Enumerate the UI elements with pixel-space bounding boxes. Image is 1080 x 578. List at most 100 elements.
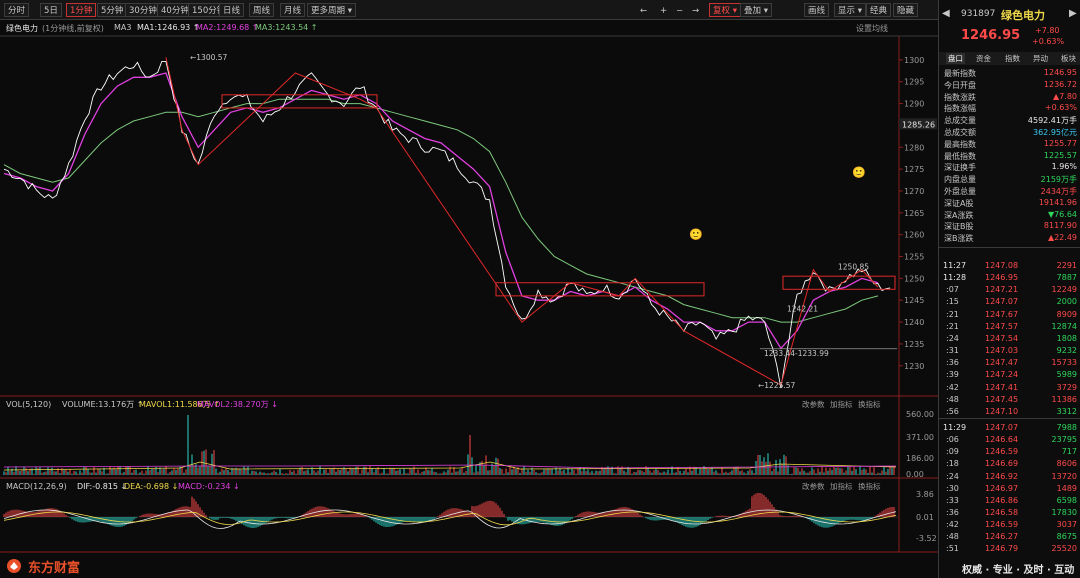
vol-tick-label: 371.00 <box>906 433 934 442</box>
quote-panel: ◀ 931897 绿色电力 ▶ 1246.95 +7.80 +0.63% 盘口资… <box>938 0 1080 578</box>
forward-arrow-icon[interactable]: ▶ <box>1069 8 1077 19</box>
tick-price: 1246.64 <box>985 435 1019 445</box>
tick-row: :06 1246.64 23795 <box>939 435 1080 446</box>
tick-volume: 8606 <box>1056 459 1077 469</box>
quote-stat-row: 指数涨幅 +0.63% <box>939 103 1080 114</box>
tick-price: 1246.59 <box>985 520 1019 530</box>
quote-tab-3[interactable]: 异动 <box>1033 53 1048 64</box>
quote-stat-value: 2159万手 <box>1040 175 1077 185</box>
quote-stat-label: 外盘总量 <box>944 187 976 196</box>
tick-price: 1246.79 <box>985 544 1019 554</box>
vol-title: VOL(5,120) <box>6 400 51 409</box>
tick-volume: 7988 <box>1056 422 1077 432</box>
tick-time: :24 <box>946 471 959 481</box>
y-tick-label: 1275 <box>904 165 924 174</box>
quote-stat-label: 深证换手 <box>944 163 976 173</box>
quote-tab-4[interactable]: 板块 <box>1061 53 1076 64</box>
macd-tick-label: 3.86 <box>916 490 934 499</box>
tick-volume: 8675 <box>1056 532 1077 542</box>
tick-volume: 3312 <box>1056 406 1077 416</box>
tick-row: :42 1246.59 3037 <box>939 520 1080 531</box>
quote-stat-row: 最新指数 1246.95 <box>939 68 1080 79</box>
quote-stat-value: 8117.90 <box>1043 221 1077 231</box>
tick-time: :30 <box>946 483 959 493</box>
quote-stat-value: 1255.77 <box>1043 138 1077 148</box>
tick-row: :39 1247.24 5989 <box>939 370 1080 381</box>
quote-stat-value: 19141.96 <box>1038 197 1077 207</box>
chart-annotation: 1233.44-1233.99 <box>764 349 829 358</box>
quote-stat-label: 最低指数 <box>944 151 976 161</box>
tick-price: 1247.57 <box>985 321 1019 331</box>
tick-time: :51 <box>946 544 959 554</box>
quote-tab-1[interactable]: 资金 <box>976 53 991 64</box>
tick-volume: 23795 <box>1051 435 1077 445</box>
quote-stat-value: 1.96% <box>1051 162 1077 172</box>
macd-tool-link: 改参数 <box>802 481 825 491</box>
tick-time: :31 <box>946 346 959 356</box>
tick-row: :31 1247.03 9232 <box>939 346 1080 357</box>
tick-row: :21 1247.57 12874 <box>939 322 1080 333</box>
current-price-label: 1285.26 <box>902 120 935 129</box>
quote-stat-row: 总成交量 4592.41万手 <box>939 115 1080 126</box>
tick-row: :36 1247.47 15733 <box>939 358 1080 369</box>
quote-stat-label: 最新指数 <box>944 69 976 78</box>
quote-divider <box>939 247 1080 248</box>
zigzag-line <box>165 57 879 386</box>
y-tick-label: 1240 <box>904 318 924 327</box>
price-line <box>3 60 891 389</box>
tick-volume: 5989 <box>1056 370 1077 380</box>
quote-tab-2[interactable]: 指数 <box>1005 53 1020 64</box>
back-arrow-icon[interactable]: ◀ <box>942 8 950 19</box>
tick-time: :33 <box>946 495 959 505</box>
quote-stat-row: 今日开盘 1236.72 <box>939 80 1080 91</box>
y-tick-label: 1230 <box>904 362 924 371</box>
ma2-line <box>3 72 879 350</box>
tick-time: :48 <box>946 394 959 404</box>
vol-tick-label: 0.00 <box>906 470 924 479</box>
y-tick-label: 1260 <box>904 231 924 240</box>
tick-row: 11:27 1247.08 2291 <box>939 261 1080 272</box>
quote-tab-0[interactable]: 盘口 <box>946 53 965 64</box>
quote-stat-label: 最高指数 <box>944 139 976 149</box>
tick-row: :42 1247.41 3729 <box>939 383 1080 394</box>
tick-row: :24 1247.54 1808 <box>939 334 1080 345</box>
quote-stat-value: 1246.95 <box>1043 68 1077 77</box>
quote-name: 绿色电力 <box>1001 9 1045 22</box>
y-tick-label: 1255 <box>904 253 924 262</box>
tick-time: :09 <box>946 447 959 457</box>
tick-time: :06 <box>946 435 959 445</box>
quote-stat-value: 1236.72 <box>1043 79 1077 89</box>
tick-price: 1247.54 <box>985 333 1019 343</box>
tick-volume: 9232 <box>1056 346 1077 356</box>
tick-row: :30 1246.97 1489 <box>939 484 1080 495</box>
vol-tool-link: 加指标 <box>830 399 853 409</box>
tick-row: :33 1246.86 6598 <box>939 496 1080 507</box>
tick-volume: 11386 <box>1051 394 1077 404</box>
tick-price: 1246.69 <box>985 459 1019 469</box>
tick-volume: 12249 <box>1051 285 1077 295</box>
y-tick-label: 1280 <box>904 143 924 152</box>
tick-volume: 8909 <box>1056 309 1077 319</box>
quote-stat-value: ▲22.49 <box>1047 233 1077 243</box>
tick-volume: 2000 <box>1056 297 1077 307</box>
tick-volume: 717 <box>1061 447 1077 457</box>
y-tick-label: 1300 <box>904 56 924 65</box>
tick-price: 1247.67 <box>985 309 1019 319</box>
tick-row: :07 1247.21 12249 <box>939 285 1080 296</box>
vol-legend-item: MAVOL2:38.270万 ↓ <box>197 400 278 409</box>
quote-stat-value: 4592.41万手 <box>1027 116 1077 126</box>
tick-price: 1246.59 <box>985 447 1019 457</box>
tick-volume: 17830 <box>1051 508 1077 517</box>
tick-time: :48 <box>946 532 959 542</box>
quote-stat-value: 1225.57 <box>1043 150 1077 160</box>
tick-price: 1247.10 <box>985 406 1019 416</box>
tick-price: 1247.21 <box>985 285 1019 295</box>
tick-volume: 1489 <box>1056 483 1077 493</box>
quote-stat-row: 外盘总量 2434万手 <box>939 186 1080 197</box>
tick-volume: 6598 <box>1056 495 1077 505</box>
kline-chart[interactable]: 1300129512901285128012751270126512601255… <box>0 0 938 556</box>
tick-time: 11:27 <box>943 261 967 270</box>
tick-price: 1247.07 <box>985 297 1019 307</box>
quote-stat-label: 指数涨跌 <box>944 92 976 102</box>
macd-title: MACD(12,26,9) <box>6 482 67 491</box>
